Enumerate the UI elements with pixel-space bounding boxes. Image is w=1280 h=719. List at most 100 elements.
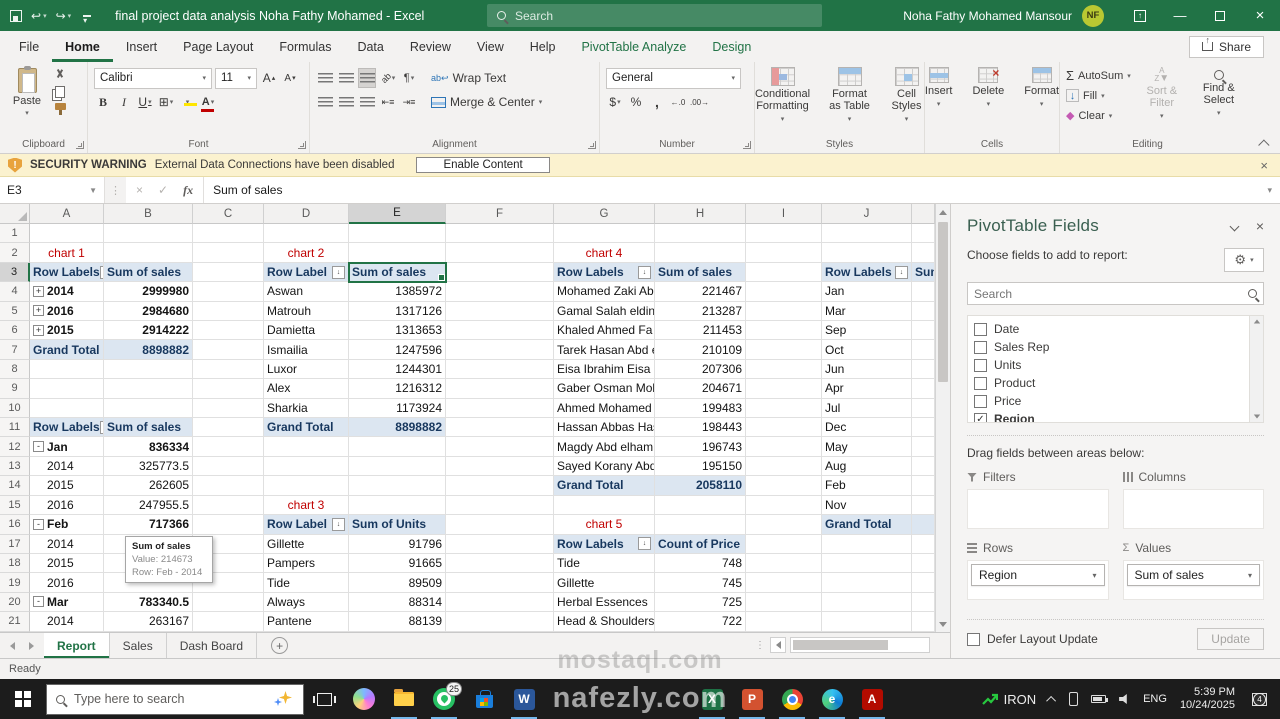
find-select-button[interactable]: Find & Select▾ [1193,66,1245,136]
cell-H14[interactable]: 2058110 [655,476,746,495]
cell-J4[interactable]: Jan [822,282,912,301]
row-header-1[interactable]: 1 [0,224,30,243]
checkbox-icon[interactable] [974,359,987,372]
cell-B12[interactable]: 836334 [104,437,193,456]
checkbox-icon[interactable] [974,323,987,336]
row-header-11[interactable]: 11 [0,418,30,437]
cell-D2[interactable]: chart 2 [264,243,349,262]
row-header-4[interactable]: 4 [0,282,30,301]
align-left-button[interactable] [316,92,334,112]
row-header-15[interactable]: 15 [0,496,30,515]
cell-A21[interactable]: 2014 [30,612,104,631]
cell-J10[interactable]: Jul [822,399,912,418]
cell-B6[interactable]: 2914222 [104,321,193,340]
cell-A4[interactable]: +2014 [30,282,104,301]
next-sheet-icon[interactable] [29,642,34,650]
cell-A16[interactable]: -Feb [30,515,104,534]
cell-G15[interactable] [554,496,655,515]
cell-K16[interactable] [912,515,935,534]
filter-sort-icon[interactable]: ↓ [638,266,651,279]
cell-H13[interactable]: 195150 [655,457,746,476]
cell-E7[interactable]: 1247596 [349,340,446,359]
cell-J16[interactable]: Grand Total [822,515,912,534]
cell-H8[interactable]: 207306 [655,360,746,379]
battery-icon[interactable] [1091,695,1106,703]
cell-G20[interactable]: Herbal Essences [554,593,655,612]
row-header-5[interactable]: 5 [0,302,30,321]
wrap-text-button[interactable]: ab↩Wrap Text [431,68,506,88]
cell-G5[interactable]: Gamal Salah eldin [554,302,655,321]
underline-button[interactable]: U▾ [136,92,154,112]
cell-J14[interactable]: Feb [822,476,912,495]
cell-I11[interactable] [746,418,822,437]
cell-J1[interactable] [822,224,912,243]
cell-D16[interactable]: Row Label↓ [264,515,349,534]
bold-button[interactable]: B [94,92,112,112]
cell-D12[interactable] [264,437,349,456]
cell-K18[interactable] [912,554,935,573]
cell-E1[interactable] [349,224,446,243]
cell-F16[interactable] [446,515,554,534]
cell-A1[interactable] [30,224,104,243]
cell-C9[interactable] [193,379,264,398]
cell-H18[interactable]: 748 [655,554,746,573]
cell-A9[interactable] [30,379,104,398]
cell-K15[interactable] [912,496,935,515]
column-header-G[interactable]: G [554,204,655,224]
cell-E10[interactable]: 1173924 [349,399,446,418]
cell-E11[interactable]: 8898882 [349,418,446,437]
cell-C3[interactable] [193,263,264,282]
cell-C15[interactable] [193,496,264,515]
align-right-button[interactable] [358,92,376,112]
titlebar-search[interactable]: Search [487,4,822,27]
cell-I7[interactable] [746,340,822,359]
cell-I9[interactable] [746,379,822,398]
cut-icon[interactable] [54,69,66,81]
cell-I20[interactable] [746,593,822,612]
tools-button[interactable]: ⚙▾ [1224,248,1264,272]
cell-A18[interactable]: 2015 [30,554,104,573]
cell-H15[interactable] [655,496,746,515]
column-header-H[interactable]: H [655,204,746,224]
cell-G8[interactable]: Eisa Ibrahim Eisa [554,360,655,379]
cell-D21[interactable]: Pantene [264,612,349,631]
rows-well[interactable]: Region▾ [967,560,1109,600]
cell-C7[interactable] [193,340,264,359]
cell-C20[interactable] [193,593,264,612]
cell-D10[interactable]: Sharkia [264,399,349,418]
cell-I2[interactable] [746,243,822,262]
cell-A8[interactable] [30,360,104,379]
cell-F13[interactable] [446,457,554,476]
increase-font-icon[interactable]: A▴ [260,68,278,88]
tab-pivottable-analyze[interactable]: PivotTable Analyze [568,31,699,62]
scroll-left-icon[interactable] [770,637,786,653]
cell-A11[interactable]: Row Labels▼ [30,418,104,437]
column-header-B[interactable]: B [104,204,193,224]
cell-B1[interactable] [104,224,193,243]
cell-G9[interactable]: Gaber Osman Mol [554,379,655,398]
cell-K14[interactable] [912,476,935,495]
cell-B8[interactable] [104,360,193,379]
align-middle-button[interactable] [337,68,355,88]
cell-H11[interactable]: 198443 [655,418,746,437]
column-header-J[interactable]: J [822,204,912,224]
cell-G11[interactable]: Hassan Abbas Has [554,418,655,437]
hscrollbar-thumb[interactable] [793,640,888,650]
cell-G21[interactable]: Head & Shoulders [554,612,655,631]
cell-K9[interactable] [912,379,935,398]
scrollbar-thumb[interactable] [938,222,948,382]
row-header-16[interactable]: 16 [0,515,30,534]
cell-F18[interactable] [446,554,554,573]
cell-F1[interactable] [446,224,554,243]
cell-J17[interactable] [822,535,912,554]
collapse-icon[interactable]: - [33,596,44,607]
cell-E19[interactable]: 89509 [349,573,446,592]
cell-I16[interactable] [746,515,822,534]
percent-style-button[interactable]: % [627,92,645,112]
format-cells-button[interactable]: Format▾ [1018,66,1065,136]
cell-I17[interactable] [746,535,822,554]
row-header-10[interactable]: 10 [0,399,30,418]
cell-J15[interactable]: Nov [822,496,912,515]
taskbar-whatsapp-button[interactable]: 25 [424,679,464,719]
field-item-region[interactable]: ✓Region [970,410,1261,423]
